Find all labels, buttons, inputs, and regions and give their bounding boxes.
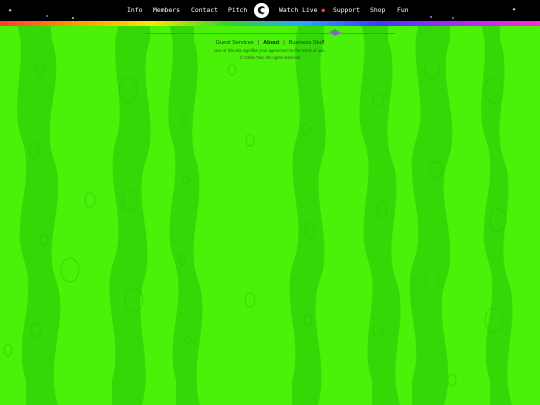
nav-shop[interactable]: Shop (370, 6, 385, 14)
nav-info[interactable]: Info (127, 6, 142, 14)
site-logo[interactable] (254, 3, 269, 18)
page-footer: Guest Services | About | Business Stuff Use … (0, 39, 540, 61)
footer-separator: | (283, 40, 285, 46)
footer-link-business-stuff[interactable]: Business Stuff (289, 40, 325, 46)
nav-members[interactable]: Members (153, 6, 180, 14)
rainbow-stripe (0, 21, 540, 26)
footer-separator: | (257, 40, 260, 46)
live-indicator-icon: ● (321, 7, 325, 14)
footer-link-about[interactable]: About (263, 40, 279, 46)
footer-divider (145, 33, 395, 34)
logo-icon (254, 3, 269, 18)
mascot-icon (329, 29, 341, 36)
nav-pitch[interactable]: Pitch (228, 6, 247, 14)
nav-watch-live[interactable]: Watch Live ● (279, 6, 325, 14)
footer-links: Guest Services | About | Business Stuff (0, 39, 540, 48)
nav-fun[interactable]: Fun (397, 6, 409, 14)
main-nav: Info Members Contact Pitch Watch Live ● … (0, 0, 540, 21)
footer-copyright: © Cable Two. No rights reserved (239, 54, 301, 60)
nav-contact[interactable]: Contact (191, 6, 218, 14)
nav-support[interactable]: Support (333, 6, 360, 14)
footer-link-guest-services[interactable]: Guest Services (216, 40, 254, 46)
nav-watch-live-label: Watch Live (279, 6, 318, 14)
